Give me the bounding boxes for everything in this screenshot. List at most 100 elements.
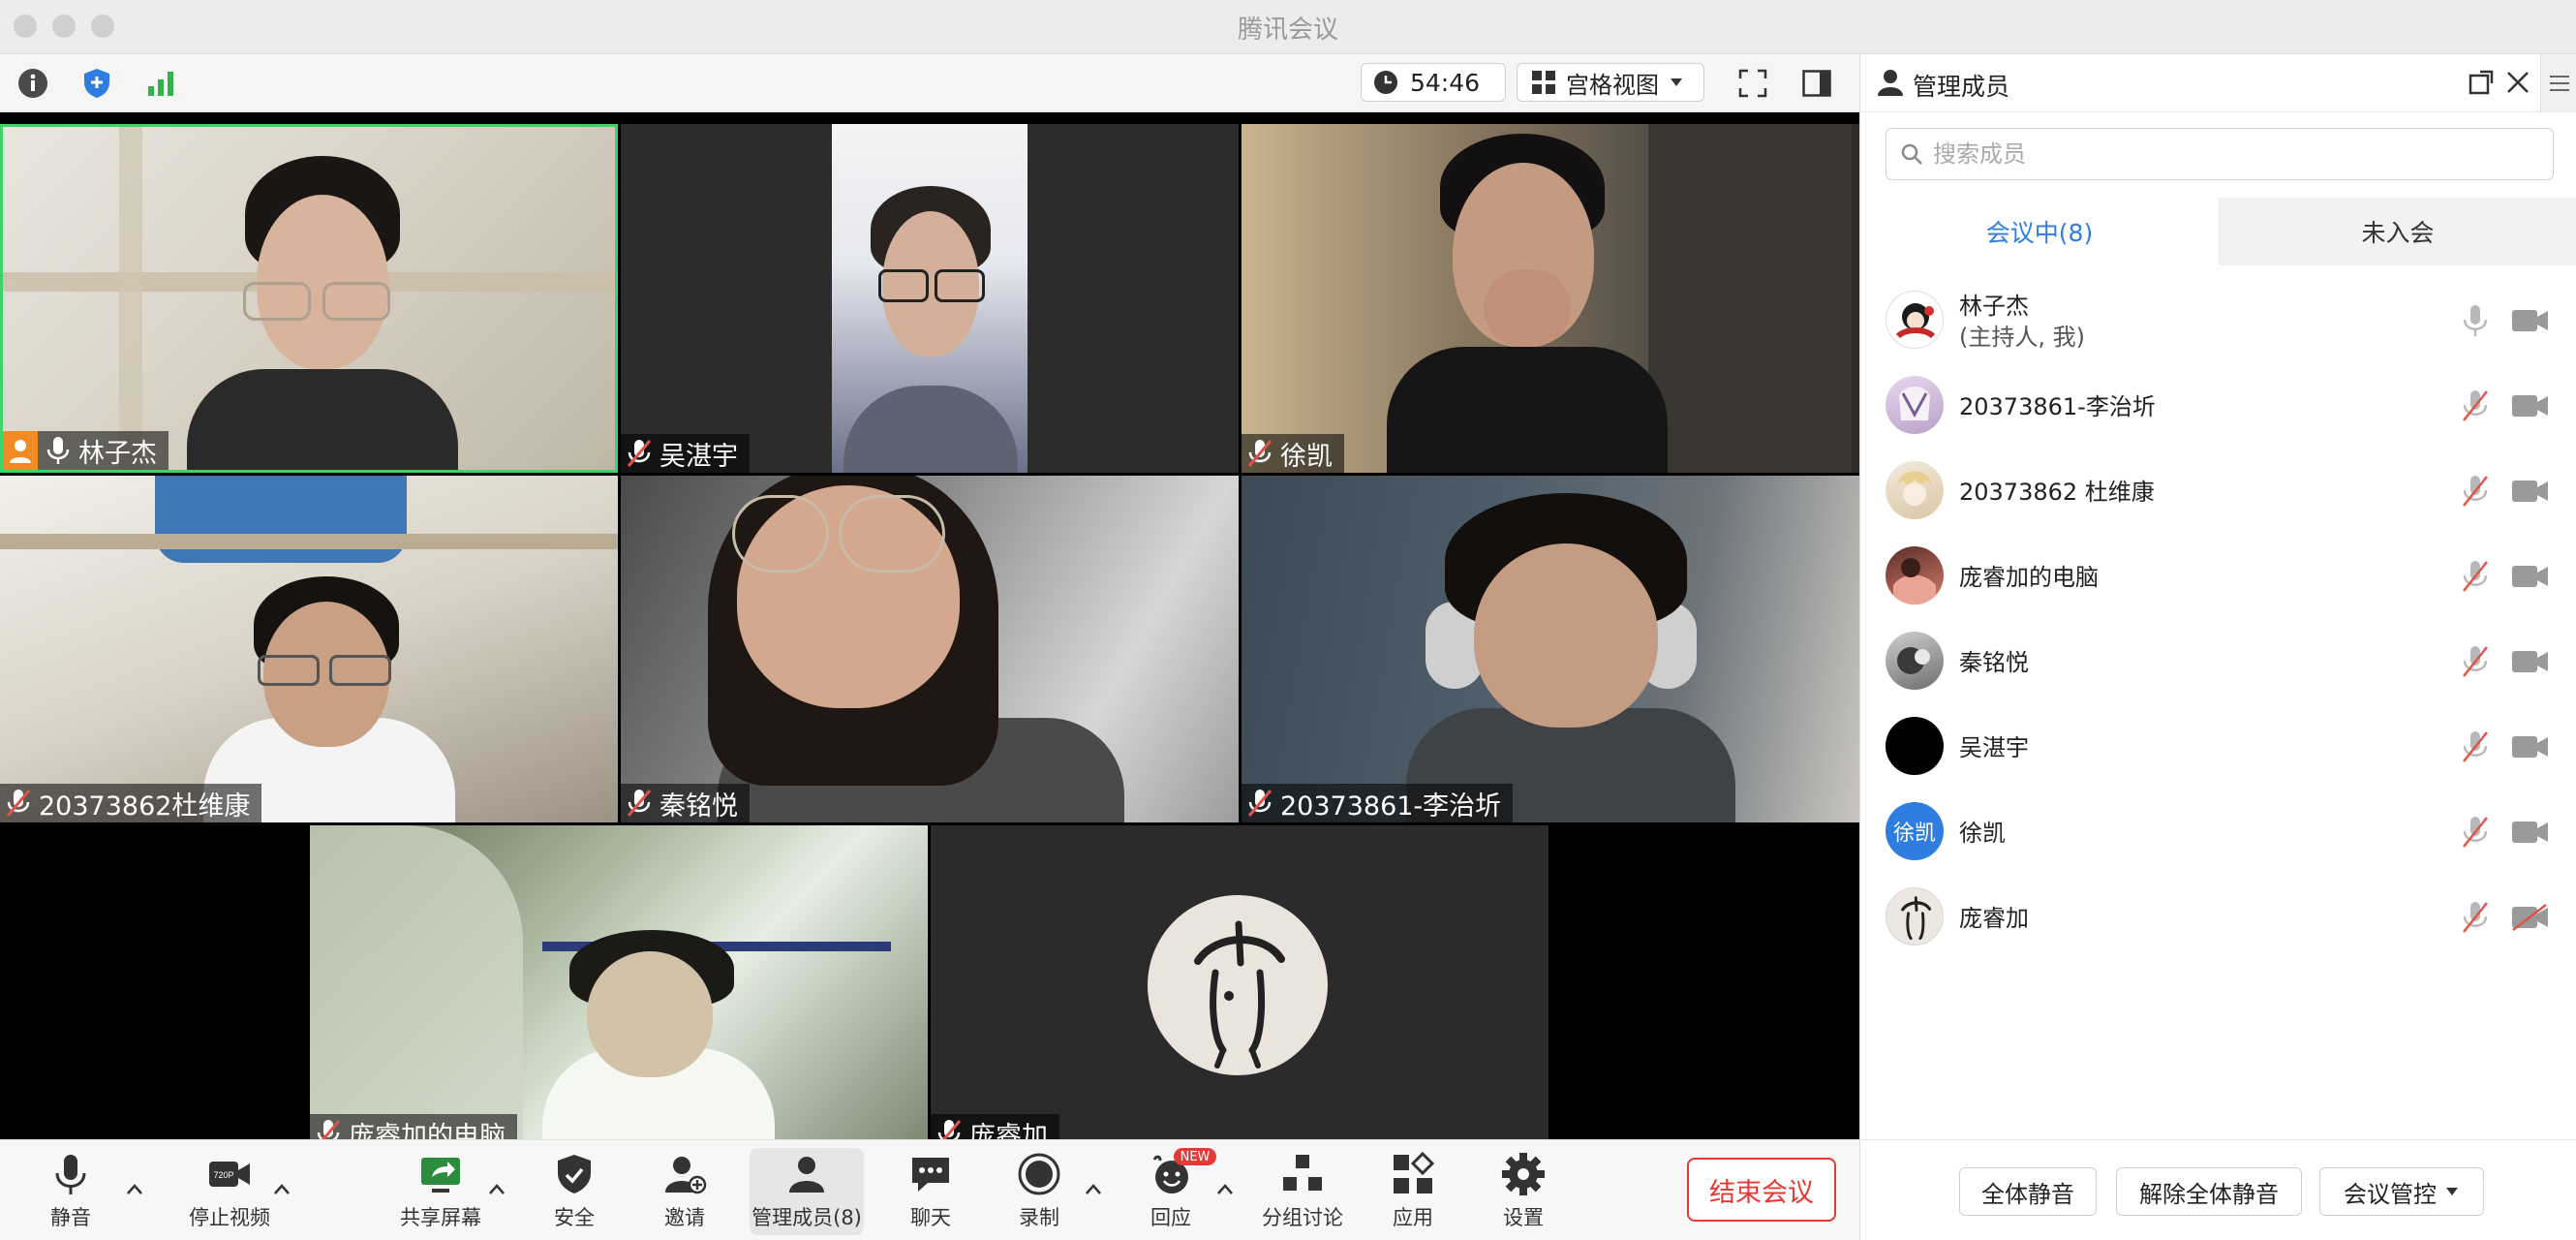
- tab-in-meeting[interactable]: 会议中(8): [1860, 198, 2219, 265]
- video-options-chevron-icon[interactable]: [271, 1179, 292, 1200]
- doodle-avatar-icon: [1901, 896, 1932, 941]
- muted-mic-icon[interactable]: [2461, 816, 2490, 849]
- member-name: 徐凯: [1959, 820, 2006, 847]
- camera-icon[interactable]: [2511, 391, 2550, 420]
- participant-avatar: [1148, 895, 1328, 1075]
- invite-button[interactable]: 邀请: [631, 1148, 738, 1235]
- window-title: 腾讯会议: [1237, 16, 1338, 45]
- participant-name: 徐凯: [1280, 441, 1333, 472]
- video-quality-badge: 720P: [213, 1170, 233, 1180]
- gear-icon: [1502, 1153, 1545, 1195]
- record-label: 录制: [1019, 1206, 1059, 1229]
- share-options-chevron-icon[interactable]: [486, 1179, 507, 1200]
- participant-name: 林子杰: [78, 438, 157, 469]
- member-row[interactable]: 秦铭悦: [1860, 618, 2576, 703]
- muted-mic-icon[interactable]: [2461, 901, 2490, 934]
- add-person-icon: [665, 1157, 707, 1194]
- timer-text: 54:46: [1410, 68, 1481, 97]
- sidebar-toggle-icon: [1802, 70, 1831, 97]
- manage-members-label: 管理成员(8): [751, 1206, 862, 1229]
- muted-mic-icon[interactable]: [2461, 389, 2490, 422]
- breakout-rooms-button[interactable]: 分组讨论: [1249, 1148, 1356, 1235]
- camera-icon[interactable]: [2511, 732, 2550, 761]
- muted-mic-icon: [627, 440, 652, 467]
- record-options-chevron-icon[interactable]: [1083, 1179, 1104, 1200]
- muted-mic-icon[interactable]: [2461, 645, 2490, 678]
- share-screen-button[interactable]: 共享屏幕: [387, 1148, 494, 1235]
- mute-all-button[interactable]: 全体静音: [1959, 1167, 2097, 1216]
- end-meeting-button[interactable]: 结束会议: [1687, 1158, 1836, 1222]
- close-panel-icon[interactable]: [2505, 70, 2530, 95]
- manage-members-button[interactable]: 管理成员(8): [750, 1148, 864, 1235]
- fullscreen-icon: [1738, 69, 1767, 98]
- meeting-control-button[interactable]: 会议管控: [2319, 1167, 2484, 1216]
- microphone-icon[interactable]: [2461, 304, 2490, 337]
- chat-button[interactable]: 聊天: [877, 1148, 984, 1235]
- record-button[interactable]: 录制: [986, 1148, 1092, 1235]
- meeting-info-button[interactable]: [14, 64, 52, 103]
- member-row[interactable]: 庞睿加的电脑: [1860, 533, 2576, 618]
- window-titlebar: 腾讯会议: [0, 0, 2576, 54]
- apps-button[interactable]: 应用: [1360, 1148, 1466, 1235]
- member-row[interactable]: 林子杰 (主持人, 我): [1860, 277, 2576, 362]
- member-row[interactable]: 徐凯 徐凯: [1860, 789, 2576, 874]
- participant-nametag: 林子杰: [3, 431, 169, 470]
- stop-video-label: 停止视频: [189, 1206, 270, 1229]
- video-tile[interactable]: 20373862杜维康: [0, 476, 618, 822]
- fullscreen-button[interactable]: [1733, 64, 1772, 103]
- muted-mic-icon[interactable]: [2461, 730, 2490, 763]
- muted-mic-icon[interactable]: [2461, 475, 2490, 508]
- mute-button[interactable]: 静音: [17, 1148, 124, 1235]
- tab-not-joined[interactable]: 未入会: [2219, 198, 2576, 265]
- member-row[interactable]: 庞睿加: [1860, 874, 2576, 959]
- video-tile[interactable]: 徐凯: [1242, 124, 1859, 473]
- security-status-button[interactable]: [77, 64, 116, 103]
- video-tile[interactable]: 庞睿加的电脑: [310, 825, 928, 1139]
- panel-header: 管理成员: [1860, 54, 2576, 112]
- view-mode-select[interactable]: 宫格视图: [1517, 63, 1704, 102]
- video-tile[interactable]: 20373861-李治圻: [1242, 476, 1859, 822]
- share-screen-icon: [421, 1158, 460, 1193]
- camera-icon[interactable]: [2511, 818, 2550, 847]
- camera-icon[interactable]: [2511, 647, 2550, 676]
- panel-title: 管理成员: [1913, 73, 2010, 101]
- popout-window-icon[interactable]: [2469, 70, 2494, 95]
- camera-off-icon[interactable]: [2511, 903, 2550, 932]
- muted-mic-icon[interactable]: [2461, 560, 2490, 593]
- security-button[interactable]: 安全: [521, 1148, 628, 1235]
- meeting-control-label: 会议管控: [2344, 1180, 2437, 1208]
- toggle-sidebar-button[interactable]: [1797, 64, 1836, 103]
- participant-name: 吴湛宇: [659, 441, 738, 472]
- member-avatar: [1886, 461, 1944, 519]
- camera-icon[interactable]: [2511, 477, 2550, 506]
- member-role: (主持人, 我): [1959, 324, 2085, 351]
- member-search[interactable]: [1886, 128, 2554, 180]
- member-avatar: [1886, 717, 1944, 775]
- member-row[interactable]: 吴湛宇: [1860, 703, 2576, 789]
- member-name: 20373862 杜维康: [1959, 479, 2155, 506]
- unmute-all-button[interactable]: 解除全体静音: [2116, 1167, 2302, 1216]
- member-row[interactable]: 20373862 杜维康: [1860, 448, 2576, 533]
- microphone-icon: [46, 437, 70, 464]
- member-avatar: [1886, 291, 1944, 349]
- video-tile[interactable]: 秦铭悦: [621, 476, 1239, 822]
- video-tile[interactable]: 吴湛宇: [621, 124, 1239, 473]
- share-screen-label: 共享屏幕: [400, 1206, 481, 1229]
- settings-button[interactable]: 设置: [1470, 1148, 1577, 1235]
- panel-menu-button[interactable]: [2540, 54, 2576, 112]
- camera-icon[interactable]: [2511, 562, 2550, 591]
- clock-icon: [1374, 71, 1397, 94]
- member-row[interactable]: 20373861-李治圻: [1860, 362, 2576, 448]
- search-icon: [1901, 143, 1922, 165]
- member-avatar: [1886, 887, 1944, 946]
- meeting-timer: 54:46: [1361, 63, 1506, 102]
- network-status-button[interactable]: [141, 64, 180, 103]
- camera-icon[interactable]: [2511, 306, 2550, 335]
- chat-label: 聊天: [910, 1206, 951, 1229]
- member-avatar: 徐凯: [1886, 802, 1944, 860]
- video-tile[interactable]: 庞睿加: [931, 825, 1549, 1139]
- search-input[interactable]: [1933, 140, 2514, 168]
- react-options-chevron-icon[interactable]: [1214, 1179, 1236, 1200]
- mute-options-chevron-icon[interactable]: [124, 1179, 145, 1200]
- video-tile[interactable]: 林子杰: [0, 124, 618, 473]
